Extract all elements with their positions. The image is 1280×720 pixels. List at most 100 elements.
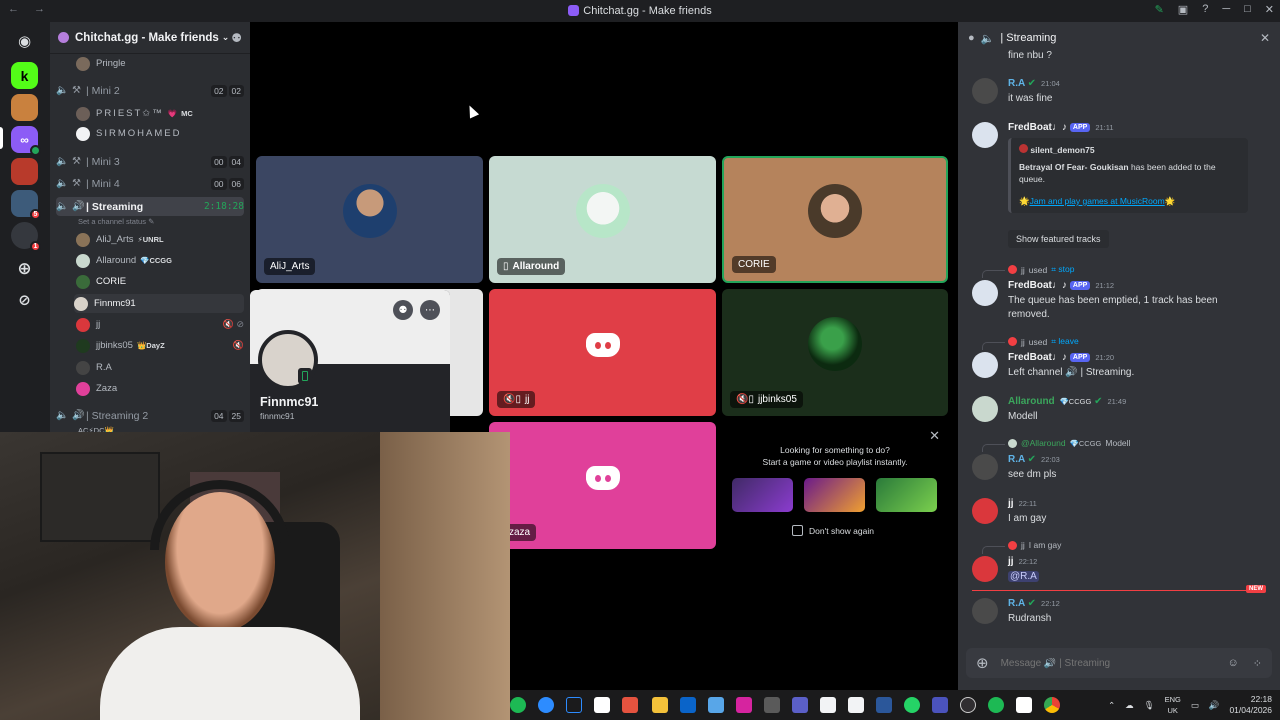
voice-user-selected[interactable]: Finnmc91 [74,294,244,313]
minimize-button[interactable]: ─ [1222,3,1230,16]
inbox-icon[interactable]: ▣ [1178,3,1188,16]
close-icon[interactable]: ✕ [929,428,940,444]
slash-command[interactable]: ⌗ stop [1051,264,1074,275]
server-chitchat-icon[interactable]: ∞ [11,126,41,156]
word-icon[interactable] [876,697,892,713]
message-author[interactable]: R.A ✔ 22:12 [1008,598,1060,609]
dont-show-again-checkbox[interactable]: Don't show again [792,525,874,536]
message-author[interactable]: FredBoat♩♪ APP 21:20 [1008,352,1114,363]
show-featured-tracks-button[interactable]: Show featured tracks [1008,230,1109,248]
message-author[interactable]: Allaround 💎CCGG ✔ 21:49 [1008,396,1126,407]
server-icon-6[interactable]: 1 [11,222,41,252]
add-server-icon[interactable]: ⊕ [11,255,38,282]
channel-status[interactable]: Set a channel status ✎ [78,217,154,226]
spotify2-icon[interactable] [988,697,1004,713]
server-icon-4[interactable] [11,158,38,185]
teams-icon[interactable] [792,697,808,713]
invite-icon[interactable]: ⚉ [231,31,242,45]
add-friend-button[interactable]: ⚉ [393,300,413,320]
musicroom-link[interactable]: MusicRoom [1120,196,1165,206]
close-icon[interactable]: ✕ [1260,31,1270,45]
tile-allaround[interactable]: ▯ Allaround [489,156,716,283]
server-icon-2[interactable] [11,94,38,121]
voice-user[interactable]: jjbinks05 👑DayZ 🔇 [76,336,244,355]
reply-context[interactable]: @Allaround 💎CCGG Modell [981,438,1130,452]
activity-card-2[interactable] [804,478,865,512]
message-author[interactable]: jj 22:11 [1008,498,1037,509]
reply-context[interactable]: jj used ⌗ stop [981,264,1074,278]
mention[interactable]: @R.A [1008,571,1039,582]
voice-user[interactable]: jj 🔇 ⊘ [76,315,244,334]
tile-alij[interactable]: AliJ_Arts [256,156,483,283]
server-kick-icon[interactable]: k [11,62,38,89]
calendar-icon[interactable] [708,697,724,713]
vs-icon[interactable] [848,697,864,713]
help-icon[interactable]: ? [1202,3,1208,16]
activity-card-3[interactable] [876,478,937,512]
mic-icon[interactable]: 🎙 [1144,700,1155,711]
close-button[interactable]: ✕ [1265,3,1274,16]
server-icon-5[interactable]: 5 [11,190,41,220]
folder-icon[interactable] [652,697,668,713]
message-author[interactable]: FredBoat♩♪ APP 21:11 [1008,122,1114,133]
clock[interactable]: 22:18 01/04/2026 [1229,694,1272,716]
voice-user[interactable]: Allaround 💎CCGG [76,251,244,270]
chevron-up-icon[interactable]: ⌃ [1108,700,1115,711]
teams2-icon[interactable] [932,697,948,713]
channel-mini3[interactable]: 🔈 ⚒ | Mini 3 00 04 [56,152,244,171]
message-author[interactable]: jj 22:12 [1008,556,1037,567]
tile-zaza[interactable]: zaza [489,422,716,549]
nitro-icon[interactable]: ✎ [1155,3,1164,16]
reply-context[interactable]: jj used ⌗ leave [982,336,1079,350]
whatsapp-icon[interactable] [904,697,920,713]
obs-icon[interactable] [960,697,976,713]
tile-jj[interactable]: 🔇▯ jj [489,289,716,416]
language-indicator[interactable]: ENG UK [1165,694,1181,716]
voice-user[interactable]: R.A [76,358,244,377]
cloud-icon[interactable]: ☁ [1125,700,1134,711]
channel-streaming[interactable]: 🔈 🔊 | Streaming 2:18:28 [56,197,244,216]
star-icon: 🌟 [1164,196,1176,206]
zoom-icon[interactable] [538,697,554,713]
pin-icon[interactable] [566,697,582,713]
voice-user[interactable]: PRIEST✩™ 💗 MC [76,104,244,123]
more-button[interactable]: ⋯ [420,300,440,320]
outlook-icon[interactable] [680,697,696,713]
message-author[interactable]: FredBoat♩♪ APP 21:12 [1008,280,1114,291]
tile-corie[interactable]: CORIE [722,156,948,283]
channel-streaming2[interactable]: 🔈 🔊 | Streaming 2 04 25 [56,406,244,425]
slash-command[interactable]: ⌗ leave [1051,336,1078,347]
spotify-icon[interactable] [510,697,526,713]
voice-user[interactable]: SIRMOHAMED [76,124,244,143]
reply-context[interactable]: jj I am gay [981,540,1061,554]
channel-mini4[interactable]: 🔈 ⚒ | Mini 4 00 06 [56,174,244,193]
voice-user[interactable]: AliJ_Arts ⚡UNRL [76,230,244,249]
file-icon[interactable] [820,697,836,713]
plus-icon[interactable]: ⊕ [976,654,989,672]
notes-icon[interactable] [622,697,638,713]
calculator-icon[interactable] [764,697,780,713]
maximize-button[interactable]: □ [1244,3,1251,16]
server-header[interactable]: Chitchat.gg - Make friends ⌄ ⚉ [50,22,250,54]
message-author[interactable]: R.A ✔ 21:04 [1008,78,1060,89]
channel-mini2[interactable]: 🔈 ⚒ | Mini 2 02 02 [56,81,244,100]
apps-icon[interactable]: ⁘ [1253,657,1262,670]
voice-user[interactable]: Pringle [76,54,244,73]
chrome-icon[interactable] [1044,697,1060,713]
capcut2-icon[interactable] [1016,697,1032,713]
instagram-icon[interactable] [736,697,752,713]
message-input[interactable] [1000,657,1201,669]
voice-user[interactable]: CORIE [76,272,244,291]
capcut-icon[interactable] [594,697,610,713]
message-author[interactable]: R.A ✔ 22:03 [1008,454,1060,465]
tile-jjbinks[interactable]: 🔇▯ jjbinks05 [722,289,948,416]
activity-card-1[interactable] [732,478,793,512]
network-icon[interactable]: ▭ [1191,700,1199,711]
emoji-icon[interactable]: ☺ [1228,657,1239,670]
discover-icon[interactable]: ⊘ [11,286,38,313]
volume-icon[interactable]: 🔊 [1209,700,1220,711]
voice-user[interactable]: Zaza [76,379,244,398]
message-composer[interactable]: ⊕ ☺ ⁘ [966,648,1272,678]
embed-link[interactable]: Jam and play games at [1030,196,1120,206]
home-icon[interactable]: ◉ [11,27,38,54]
